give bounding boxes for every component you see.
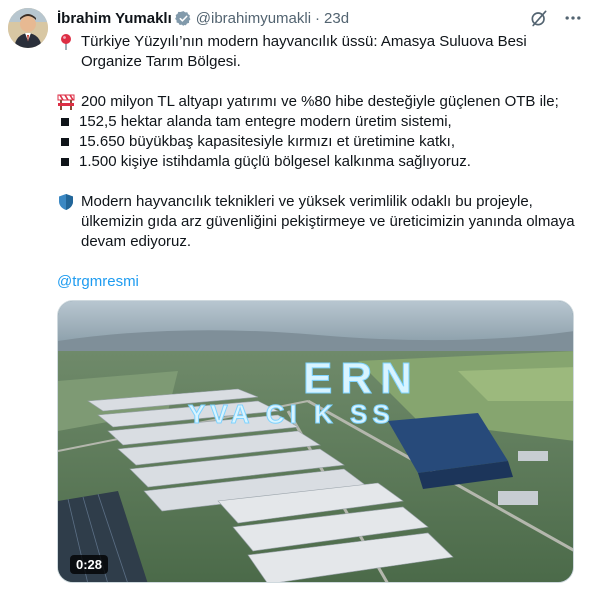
video-thumbnail: ERN YVA CI K SS xyxy=(58,301,573,582)
bullet-text: 1.500 kişiye istihdamla güçlü bölgesel k… xyxy=(79,153,471,170)
separator-dot: · xyxy=(315,9,321,27)
tweet-text: Türkiye Yüzyılı’nın modern hayvancılık ü… xyxy=(57,32,582,292)
video-overlay-text-bottom: YVA CI K SS xyxy=(188,399,395,429)
avatar[interactable] xyxy=(8,8,48,48)
grok-icon[interactable] xyxy=(529,8,549,28)
round-pushpin-emoji xyxy=(57,33,75,51)
bullet-item: 1.500 kişiye istihdamla güçlü bölgesel k… xyxy=(57,152,582,172)
bullet-item: 15.650 büyükbaş kapasitesiyle kırmızı et… xyxy=(57,132,582,152)
verified-badge-icon xyxy=(174,10,192,27)
shield-emoji xyxy=(57,193,75,211)
video-overlay-text-top: ERN xyxy=(303,354,420,403)
mention-link[interactable]: @trgmresmi xyxy=(57,272,139,292)
bullet-square-icon xyxy=(61,118,69,126)
tweet-actions-top xyxy=(529,8,583,28)
bullet-text: 15.650 büyükbaş kapasitesiyle kırmızı et… xyxy=(79,133,456,150)
video-player[interactable]: ERN YVA CI K SS 0:28 xyxy=(57,300,574,583)
bullet-item: 152,5 hektar alanda tam entegre modern ü… xyxy=(57,112,582,132)
tweet-line-2: 200 milyon TL altyapı yatırımı ve %80 hi… xyxy=(81,93,559,110)
author-handle[interactable]: @ibrahimyumakli xyxy=(196,10,311,27)
author-name[interactable]: İbrahim Yumaklı xyxy=(57,10,172,27)
timestamp[interactable]: 23d xyxy=(324,10,349,27)
more-options-icon[interactable] xyxy=(563,8,583,28)
video-duration-badge: 0:28 xyxy=(70,555,109,574)
bullet-text: 152,5 hektar alanda tam entegre modern ü… xyxy=(79,113,452,130)
tweet-header: İbrahim Yumaklı @ibrahimyumakli · 23d xyxy=(57,8,349,28)
tweet-card[interactable]: İbrahim Yumaklı @ibrahimyumakli · 23d Tü… xyxy=(0,0,595,595)
tweet-line-1: Türkiye Yüzyılı’nın modern hayvancılık ü… xyxy=(81,33,527,70)
bullet-square-icon xyxy=(61,138,69,146)
bullet-square-icon xyxy=(61,158,69,166)
construction-emoji xyxy=(57,93,75,111)
tweet-line-3: Modern hayvancılık teknikleri ve yüksek … xyxy=(81,193,575,250)
